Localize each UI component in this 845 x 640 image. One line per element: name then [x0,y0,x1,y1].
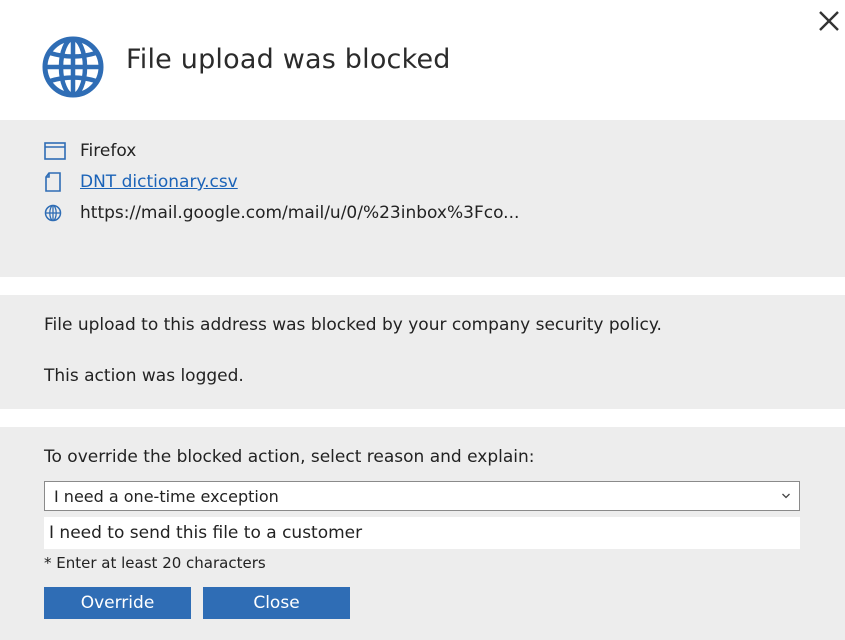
globe-icon [44,202,66,224]
reason-select[interactable]: I need a one-time exception [44,481,800,511]
message-panel: File upload to this address was blocked … [0,295,845,409]
logged-message: This action was logged. [44,366,244,386]
dialog-title: File upload was blocked [126,44,451,75]
chevron-down-icon [782,493,790,499]
explanation-input[interactable] [44,517,800,549]
reason-selected-value: I need a one-time exception [54,486,279,506]
window-icon [44,140,66,162]
blocked-url: https://mail.google.com/mail/u/0/%23inbo… [80,203,520,223]
details-panel: Firefox DNT dictionary.csv https://mail.… [0,120,845,277]
file-link[interactable]: DNT dictionary.csv [80,172,238,192]
app-name: Firefox [80,141,137,161]
globe-icon [42,36,104,98]
document-icon [44,171,66,193]
override-button[interactable]: Override [44,587,191,619]
detail-url-row: https://mail.google.com/mail/u/0/%23inbo… [44,202,519,224]
dialog-header: File upload was blocked [0,0,845,120]
policy-message: File upload to this address was blocked … [44,315,662,335]
close-icon[interactable] [816,8,842,34]
detail-app-row: Firefox [44,140,136,162]
character-hint: * Enter at least 20 characters [44,554,266,572]
detail-file-row: DNT dictionary.csv [44,171,238,193]
override-prompt: To override the blocked action, select r… [44,447,535,467]
close-button[interactable]: Close [203,587,350,619]
